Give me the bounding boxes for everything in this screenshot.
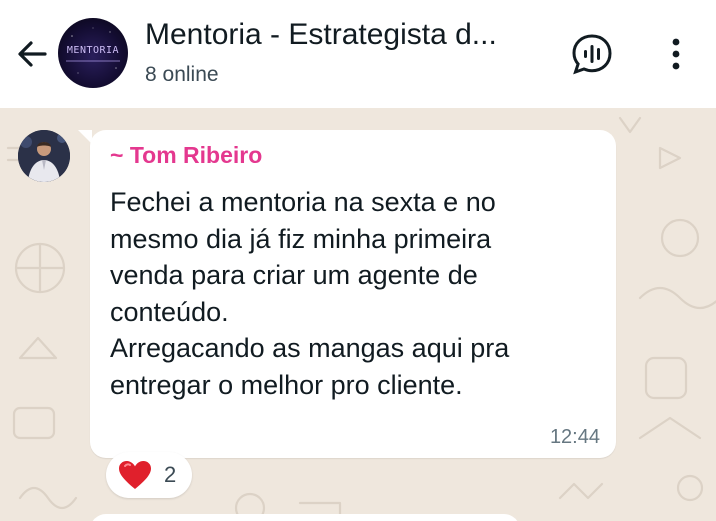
back-button[interactable] <box>12 34 52 74</box>
group-avatar-logo-underline <box>66 60 120 62</box>
more-options-button[interactable] <box>656 32 696 76</box>
red-heart-icon <box>119 461 151 489</box>
reaction-count: 2 <box>164 462 177 487</box>
chat-title[interactable]: Mentoria - Estrategista d... <box>145 18 545 52</box>
group-avatar[interactable]: MENTORIA <box>58 18 128 88</box>
sender-photo <box>18 130 70 182</box>
voice-chat-icon <box>572 34 612 75</box>
message-bubble[interactable]: ~ Tom Ribeiro Fechei a mentoria na sexta… <box>90 130 616 458</box>
next-message-bubble-partial <box>90 514 520 521</box>
online-status: 8 online <box>145 63 219 86</box>
reaction-badge[interactable]: 2 <box>106 452 192 498</box>
group-avatar-logo-text: MENTORIA <box>66 45 120 56</box>
sender-name[interactable]: ~ Tom Ribeiro <box>110 142 262 169</box>
chat-messages-area[interactable]: ~ Tom Ribeiro Fechei a mentoria na sexta… <box>0 108 716 521</box>
message-text: Fechei a mentoria na sexta e no mesmo di… <box>110 187 510 400</box>
arrow-left-icon <box>18 41 47 67</box>
sender-avatar[interactable] <box>18 130 70 182</box>
message-timestamp: 12:44 <box>549 426 600 448</box>
chat-header: MENTORIA Mentoria - Estrategista d... 8 … <box>0 0 716 108</box>
voice-chat-button[interactable] <box>570 32 614 76</box>
more-vertical-icon <box>672 38 680 70</box>
